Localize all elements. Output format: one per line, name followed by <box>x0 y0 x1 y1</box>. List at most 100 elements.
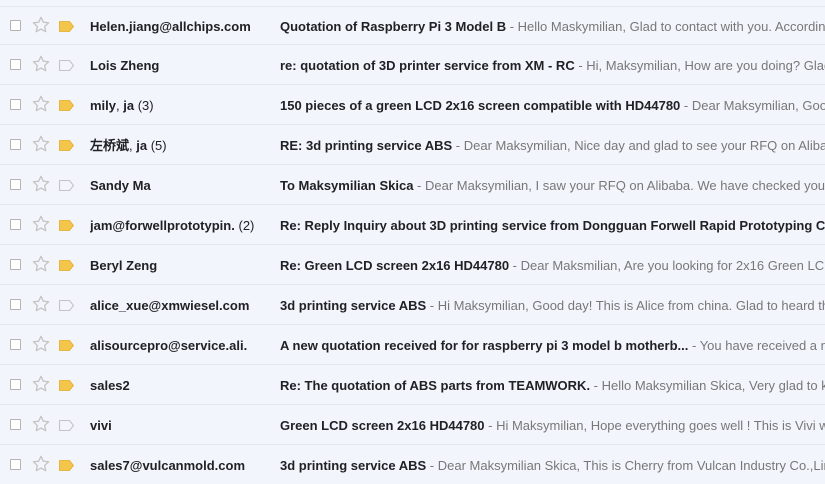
email-list: Helen.jiang@allchips.com Quotation of Ras… <box>0 0 825 484</box>
email-row[interactable]: vivi Green LCD screen 2x16 HD44780 - Hi M… <box>0 406 825 445</box>
sender-name: sales2 <box>90 377 270 394</box>
sender-text: Helen.jiang@allchips.com <box>90 19 251 34</box>
email-subject: 3d printing service ABS <box>280 458 427 473</box>
select-checkbox[interactable] <box>10 339 21 350</box>
email-row[interactable]: 左桥斌, ja (5) RE: 3d printing service ABS -… <box>0 126 825 165</box>
important-marker-icon[interactable] <box>58 20 75 33</box>
important-marker-icon[interactable] <box>58 259 75 272</box>
star-icon[interactable] <box>31 334 51 354</box>
email-content: Re: Green LCD screen 2x16 HD44780 - Dear… <box>280 257 825 274</box>
email-snippet: - Dear Maksymilian, I saw your RFQ on Al… <box>413 178 825 193</box>
email-content: 3d printing service ABS - Dear Maksymili… <box>280 457 825 474</box>
email-snippet: - Hello Maksymilian Skica, Very glad to … <box>593 378 825 393</box>
star-icon[interactable] <box>31 54 51 74</box>
email-row[interactable]: jam@forwellprototypin. (2) Re: Reply Inqu… <box>0 206 825 245</box>
select-checkbox[interactable] <box>10 419 21 430</box>
email-row[interactable]: Lois Zheng re: quotation of 3D printer se… <box>0 46 825 85</box>
important-marker-icon[interactable] <box>58 219 75 232</box>
sender-text: sales2 <box>90 378 130 393</box>
email-snippet: - Hi Maksymilian, Hope everything goes w… <box>484 418 825 433</box>
email-row[interactable]: alice_xue@xmwiesel.com 3d printing servic… <box>0 286 825 325</box>
sender-text: Beryl Zeng <box>90 258 158 273</box>
email-content: Re: The quotation of ABS parts from TEAM… <box>280 377 825 394</box>
star-icon[interactable] <box>31 134 51 154</box>
email-row[interactable]: Helen.jiang@allchips.com Quotation of Ras… <box>0 6 825 45</box>
important-marker-icon[interactable] <box>58 99 75 112</box>
email-snippet: - Hello Maskymilian, Glad to contact wit… <box>509 19 825 34</box>
not-important-marker-icon[interactable] <box>58 419 75 432</box>
select-checkbox[interactable] <box>10 219 21 230</box>
email-snippet: - Dear Maksymilian, Good day <box>683 98 825 113</box>
email-row[interactable]: sales7@vulcanmold.com 3d printing service… <box>0 446 825 484</box>
email-row[interactable]: Beryl Zeng Re: Green LCD screen 2x16 HD44… <box>0 246 825 285</box>
sender-text: Sandy Ma <box>90 178 151 193</box>
not-important-marker-icon[interactable] <box>58 299 75 312</box>
star-icon[interactable] <box>31 414 51 434</box>
star-icon[interactable] <box>31 454 51 474</box>
sender-text: alisourcepro@service.ali. <box>90 338 248 353</box>
star-icon[interactable] <box>31 94 51 114</box>
select-checkbox[interactable] <box>10 459 21 470</box>
email-content: Re: Reply Inquiry about 3D printing serv… <box>280 217 825 234</box>
star-icon[interactable] <box>31 254 51 274</box>
email-row[interactable]: sales2 Re: The quotation of ABS parts fro… <box>0 366 825 405</box>
star-icon[interactable] <box>31 214 51 234</box>
select-checkbox[interactable] <box>10 259 21 270</box>
select-checkbox[interactable] <box>10 139 21 150</box>
sender-name: alice_xue@xmwiesel.com <box>90 297 270 314</box>
important-marker-icon[interactable] <box>58 459 75 472</box>
email-content: Quotation of Raspberry Pi 3 Model B - He… <box>280 18 825 35</box>
star-icon[interactable] <box>31 15 51 35</box>
not-important-marker-icon[interactable] <box>58 179 75 192</box>
email-snippet: - You have received a new <box>691 338 825 353</box>
sender-participant: mily <box>90 98 117 113</box>
not-important-marker-icon[interactable] <box>58 59 75 72</box>
email-subject: To Maksymilian Skica <box>280 178 414 193</box>
sender-name: 左桥斌, ja (5) <box>90 138 167 153</box>
star-icon[interactable] <box>31 174 51 194</box>
important-marker-icon[interactable] <box>58 379 75 392</box>
email-subject: re: quotation of 3D printer service from… <box>280 58 575 73</box>
email-subject: Re: Green LCD screen 2x16 HD44780 <box>280 258 510 273</box>
sender-name: vivi <box>90 417 270 434</box>
select-checkbox[interactable] <box>10 99 21 110</box>
important-marker-icon[interactable] <box>58 139 75 152</box>
star-icon[interactable] <box>31 294 51 314</box>
sender-participant: 左桥斌 <box>90 138 130 153</box>
email-row[interactable]: Sandy Ma To Maksymilian Skica - Dear Maks… <box>0 166 825 205</box>
sender-name: mily, ja (3) <box>90 98 154 113</box>
sender-name: Lois Zheng <box>90 57 270 74</box>
email-content: 150 pieces of a green LCD 2x16 screen co… <box>280 97 825 114</box>
sender-name: Sandy Ma <box>90 177 270 194</box>
sender-text: jam@forwellprototypin. <box>90 218 235 233</box>
email-snippet: - Dear Maksmilian, Are you looking for 2… <box>509 258 825 273</box>
sender-text: alice_xue@xmwiesel.com <box>90 298 250 313</box>
email-subject: 150 pieces of a green LCD 2x16 screen co… <box>280 98 681 113</box>
sender-name: jam@forwellprototypin. (2) <box>90 217 270 234</box>
select-checkbox[interactable] <box>10 299 21 310</box>
select-checkbox[interactable] <box>10 179 21 190</box>
email-subject: A new quotation received for for raspber… <box>280 338 689 353</box>
email-subject: Green LCD screen 2x16 HD44780 <box>280 418 485 433</box>
sender-name: Helen.jiang@allchips.com <box>90 18 270 35</box>
select-checkbox[interactable] <box>10 59 21 70</box>
email-subject: Quotation of Raspberry Pi 3 Model B <box>280 19 507 34</box>
select-checkbox[interactable] <box>10 20 21 31</box>
thread-count: (3) <box>137 98 154 113</box>
star-icon[interactable] <box>31 374 51 394</box>
important-marker-icon[interactable] <box>58 339 75 352</box>
sender-text: vivi <box>90 418 112 433</box>
sender-participant: ja <box>136 138 148 153</box>
email-content: re: quotation of 3D printer service from… <box>280 57 825 74</box>
sender-text: Lois Zheng <box>90 58 160 73</box>
email-content: 3d printing service ABS - Hi Maksymilian… <box>280 297 825 314</box>
sender-participant: ja <box>123 98 135 113</box>
email-content: To Maksymilian Skica - Dear Maksymilian,… <box>280 177 825 194</box>
email-content: Green LCD screen 2x16 HD44780 - Hi Maksy… <box>280 417 825 434</box>
email-row[interactable]: alisourcepro@service.ali. A new quotation… <box>0 326 825 365</box>
thread-count: (5) <box>150 138 167 153</box>
select-checkbox[interactable] <box>10 379 21 390</box>
email-subject: 3d printing service ABS <box>280 298 427 313</box>
email-row[interactable]: mily, ja (3) 150 pieces of a green LCD 2x… <box>0 86 825 125</box>
email-snippet: - Hi Maksymilian, Good day! This is Alic… <box>426 298 825 313</box>
